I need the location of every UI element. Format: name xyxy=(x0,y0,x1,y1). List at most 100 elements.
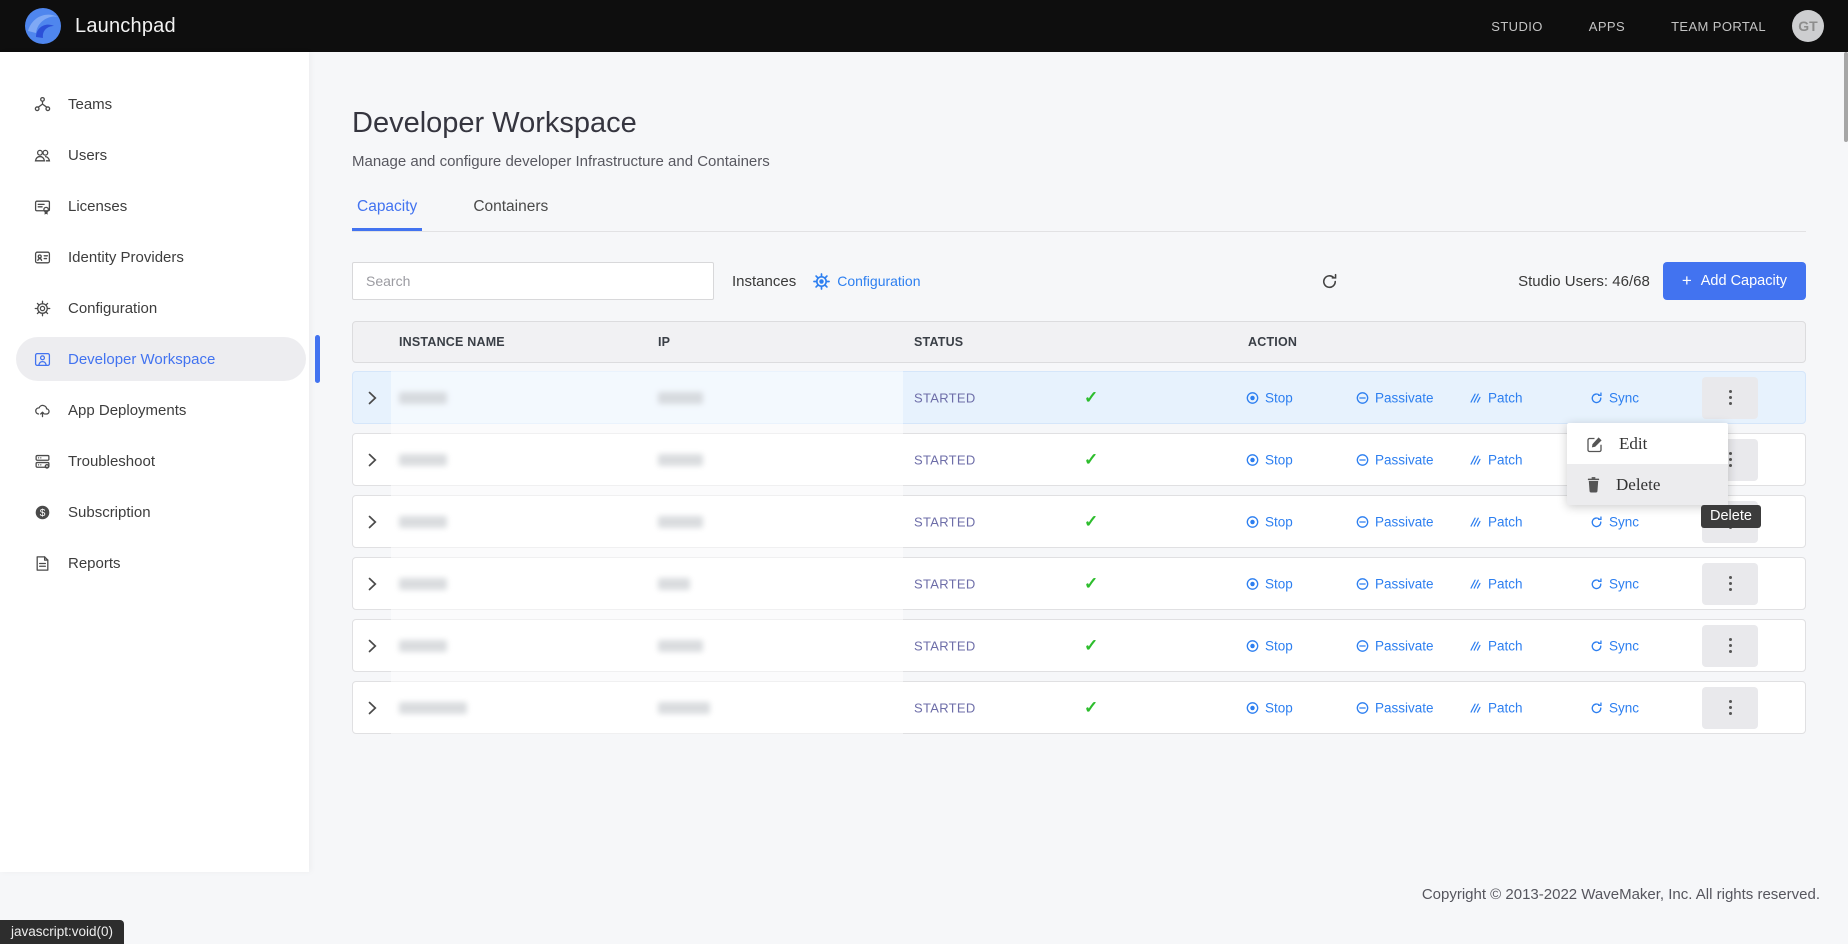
passivate-icon xyxy=(1356,701,1369,714)
topnav-link-apps[interactable]: APPS xyxy=(1589,19,1625,34)
passivate-action-link[interactable]: Passivate xyxy=(1356,514,1434,529)
patch-icon xyxy=(1469,391,1482,404)
row-menu-button[interactable] xyxy=(1702,377,1758,419)
row-menu-button[interactable] xyxy=(1702,687,1758,729)
sidebar-item-label: Users xyxy=(68,147,107,164)
table-row: STARTED✓StopPassivatePatchSync xyxy=(352,619,1806,672)
patch-action-link[interactable]: Patch xyxy=(1469,452,1523,467)
sidebar-item-label: Reports xyxy=(68,555,121,572)
stop-action-link[interactable]: Stop xyxy=(1246,514,1293,529)
sync-icon xyxy=(1590,515,1603,528)
chevron-right-icon[interactable] xyxy=(368,453,377,467)
stop-action-link[interactable]: Stop xyxy=(1246,452,1293,467)
avatar[interactable]: GT xyxy=(1792,10,1824,42)
row-menu-button[interactable] xyxy=(1702,563,1758,605)
passivate-action-link[interactable]: Passivate xyxy=(1356,700,1434,715)
sync-action-link[interactable]: Sync xyxy=(1590,638,1639,653)
vertical-scrollbar[interactable] xyxy=(1844,52,1848,142)
menu-item-delete[interactable]: Delete xyxy=(1567,464,1728,505)
sidebar-item-app-deployments[interactable]: App Deployments xyxy=(0,388,309,432)
check-icon: ✓ xyxy=(1084,388,1098,408)
brand-name: Launchpad xyxy=(75,15,176,38)
menu-item-label: Edit xyxy=(1619,434,1647,454)
ip-redacted xyxy=(658,702,710,714)
topnav-link-studio[interactable]: STUDIO xyxy=(1491,19,1543,34)
stop-action-label: Stop xyxy=(1265,700,1293,715)
sidebar-item-configuration[interactable]: Configuration xyxy=(0,286,309,330)
stop-icon xyxy=(1246,639,1259,652)
refresh-icon[interactable] xyxy=(1321,273,1338,290)
reports-icon xyxy=(33,555,51,572)
launchpad-logo-link[interactable]: Launchpad xyxy=(24,7,176,45)
sync-action-link[interactable]: Sync xyxy=(1590,390,1639,405)
passivate-action-link[interactable]: Passivate xyxy=(1356,452,1434,467)
sidebar-item-subscription[interactable]: $Subscription xyxy=(0,490,309,534)
chevron-right-icon[interactable] xyxy=(368,577,377,591)
sync-action-label: Sync xyxy=(1609,514,1639,529)
gear-icon xyxy=(813,273,830,290)
sidebar-item-identity-providers[interactable]: Identity Providers xyxy=(0,235,309,279)
stop-action-link[interactable]: Stop xyxy=(1246,700,1293,715)
sidebar: Teams Users Licenses Identity Providers Conf… xyxy=(0,52,309,872)
patch-action-link[interactable]: Patch xyxy=(1469,700,1523,715)
sidebar-item-licenses[interactable]: Licenses xyxy=(0,184,309,228)
stop-action-link[interactable]: Stop xyxy=(1246,576,1293,591)
status-label: STARTED xyxy=(914,576,976,591)
chevron-right-icon[interactable] xyxy=(368,515,377,529)
sync-action-link[interactable]: Sync xyxy=(1590,700,1639,715)
delete-tooltip: Delete xyxy=(1701,505,1761,528)
column-header-status: STATUS xyxy=(914,335,1248,349)
tab-capacity[interactable]: Capacity xyxy=(352,192,422,231)
configuration-link[interactable]: Configuration xyxy=(813,273,920,290)
sidebar-item-developer-workspace[interactable]: Developer Workspace xyxy=(16,337,306,381)
tab-containers[interactable]: Containers xyxy=(468,192,553,231)
stop-action-link[interactable]: Stop xyxy=(1246,390,1293,405)
passivate-action-link[interactable]: Passivate xyxy=(1356,576,1434,591)
sidebar-item-troubleshoot[interactable]: Troubleshoot xyxy=(0,439,309,483)
passivate-action-link[interactable]: Passivate xyxy=(1356,390,1434,405)
sidebar-item-label: App Deployments xyxy=(68,402,186,419)
users-icon xyxy=(33,147,51,164)
passivate-action-label: Passivate xyxy=(1375,576,1434,591)
patch-action-link[interactable]: Patch xyxy=(1469,638,1523,653)
instance-name-redacted xyxy=(399,516,447,528)
stop-action-label: Stop xyxy=(1265,514,1293,529)
search-input[interactable] xyxy=(352,262,714,300)
chevron-right-icon[interactable] xyxy=(368,391,377,405)
patch-icon xyxy=(1469,577,1482,590)
page-title: Developer Workspace xyxy=(352,106,1848,141)
sync-icon xyxy=(1590,701,1603,714)
add-capacity-button[interactable]: + Add Capacity xyxy=(1663,262,1806,300)
sync-action-link[interactable]: Sync xyxy=(1590,514,1639,529)
stop-icon xyxy=(1246,453,1259,466)
patch-action-label: Patch xyxy=(1488,452,1523,467)
chevron-right-icon[interactable] xyxy=(368,701,377,715)
patch-action-label: Patch xyxy=(1488,514,1523,529)
plus-icon: + xyxy=(1682,271,1692,291)
developer-workspace-icon xyxy=(33,351,51,368)
sidebar-item-reports[interactable]: Reports xyxy=(0,541,309,585)
sync-action-link[interactable]: Sync xyxy=(1590,576,1639,591)
passivate-action-link[interactable]: Passivate xyxy=(1356,638,1434,653)
add-capacity-label: Add Capacity xyxy=(1701,273,1787,289)
sync-action-label: Sync xyxy=(1609,390,1639,405)
chevron-right-icon[interactable] xyxy=(368,639,377,653)
menu-item-edit[interactable]: Edit xyxy=(1567,423,1728,464)
capacity-table: INSTANCE NAMEIPSTATUSACTION STARTED✓Stop… xyxy=(352,321,1806,734)
sync-icon xyxy=(1590,577,1603,590)
row-menu-button[interactable] xyxy=(1702,625,1758,667)
instance-name-redacted xyxy=(399,578,447,590)
check-icon: ✓ xyxy=(1084,636,1098,656)
main-content: Developer Workspace Manage and configure… xyxy=(309,52,1848,872)
patch-action-link[interactable]: Patch xyxy=(1469,390,1523,405)
topnav-link-team-portal[interactable]: TEAM PORTAL xyxy=(1671,19,1766,34)
stop-action-link[interactable]: Stop xyxy=(1246,638,1293,653)
patch-action-link[interactable]: Patch xyxy=(1469,514,1523,529)
passivate-action-label: Passivate xyxy=(1375,638,1434,653)
sidebar-item-users[interactable]: Users xyxy=(0,133,309,177)
toolbar: Instances Configuration Studio Users: 46… xyxy=(352,262,1806,300)
sidebar-item-teams[interactable]: Teams xyxy=(0,82,309,126)
licenses-icon xyxy=(33,198,51,215)
redaction-blur-overlay xyxy=(391,371,903,734)
patch-action-link[interactable]: Patch xyxy=(1469,576,1523,591)
